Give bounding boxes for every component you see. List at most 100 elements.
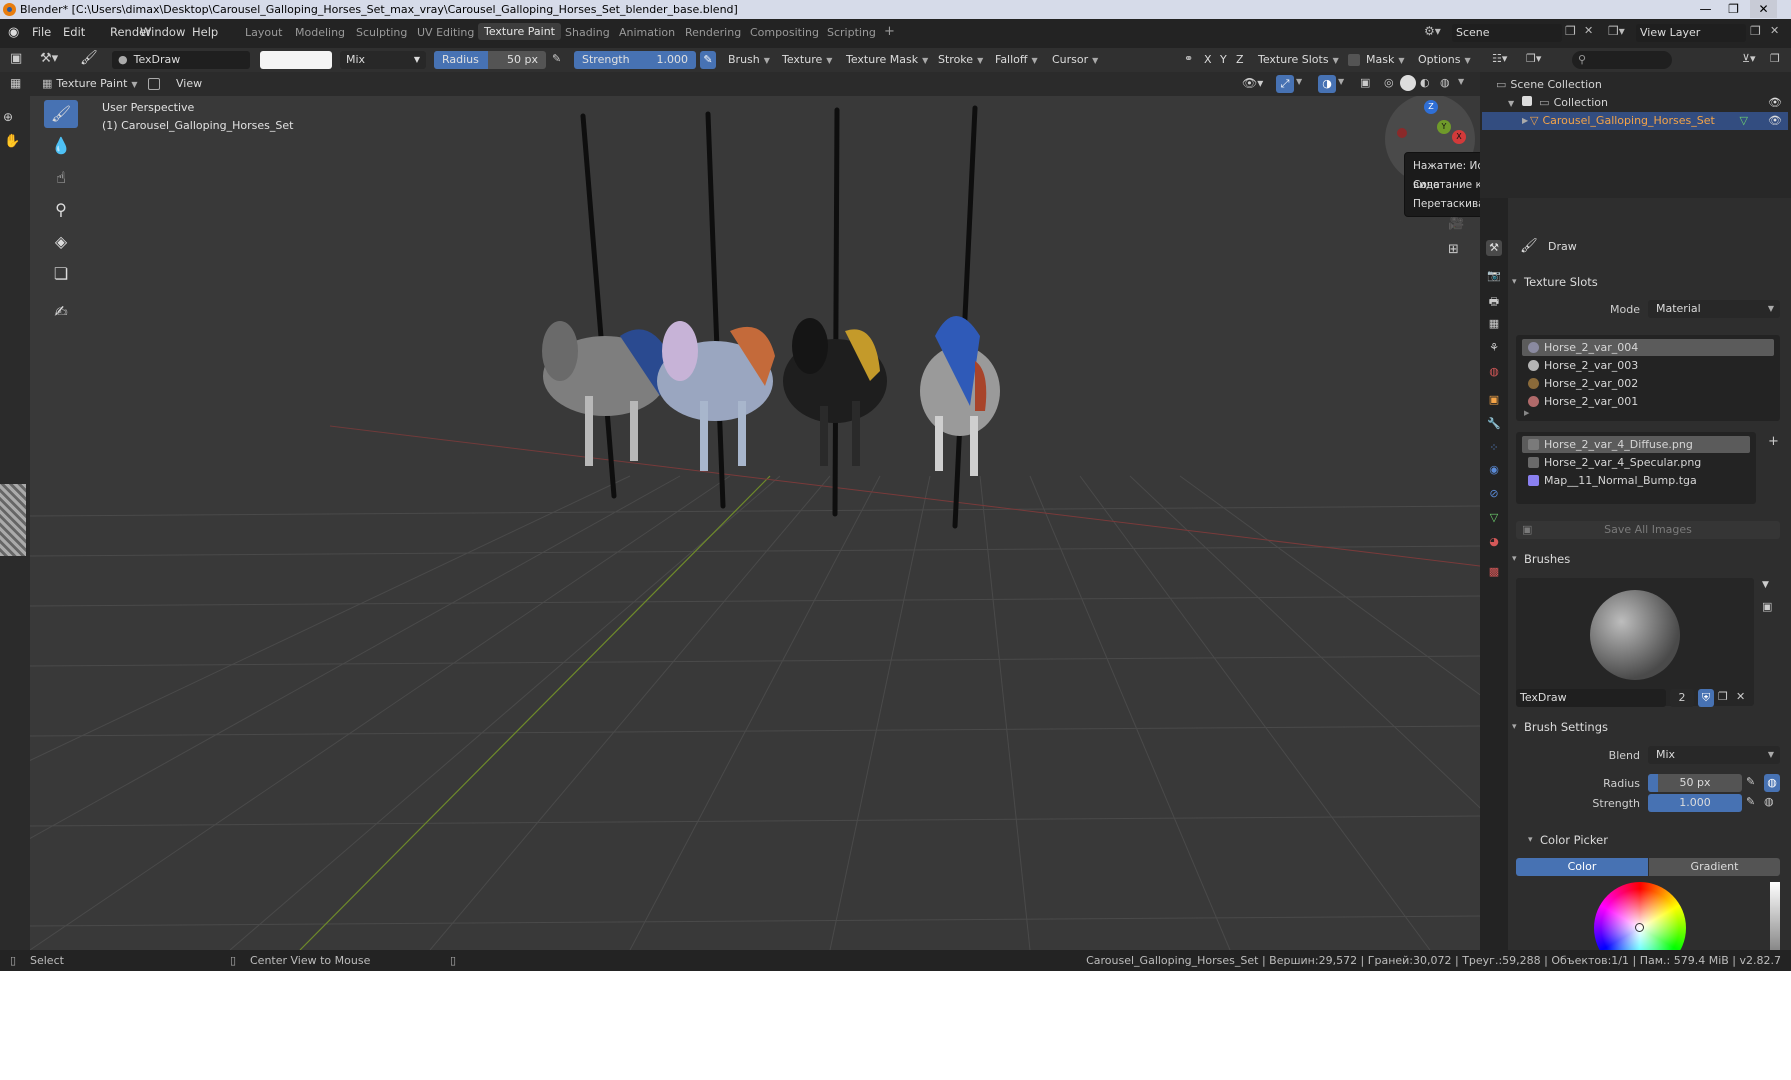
chevron-down-icon[interactable]: ▼ (1338, 77, 1344, 86)
menu-help[interactable]: Help (192, 25, 218, 39)
gizmo-neg-x-axis[interactable] (1397, 128, 1407, 138)
gizmo-x-axis[interactable]: X (1452, 130, 1466, 144)
chevron-down-icon[interactable]: ▼ (1762, 580, 1769, 590)
pan-icon[interactable]: ⊕ (3, 110, 13, 124)
maximize-button[interactable]: ❐ (1720, 0, 1747, 18)
mask-tool[interactable]: ❏ (44, 260, 78, 288)
eye-icon[interactable]: 👁 (1768, 112, 1782, 130)
view-menu[interactable]: View (176, 75, 202, 93)
new-collection-icon[interactable]: ❐ (1770, 52, 1780, 65)
gizmo-y-axis[interactable]: Y (1437, 120, 1451, 134)
chevron-down-icon[interactable]: ▼ (1458, 77, 1464, 86)
strength-slider[interactable]: Strength 1.000 (574, 51, 696, 69)
view-layer-icon[interactable]: ❒▾ (1608, 24, 1625, 38)
color-picker-panel-header[interactable]: Color Picker (1528, 829, 1791, 851)
scene-field[interactable]: Scene (1452, 24, 1562, 42)
gizmo-toggle-icon[interactable]: ⤢ (1276, 75, 1294, 93)
radius-pressure-icon[interactable]: ✎ (552, 52, 561, 65)
constraints-tab-icon[interactable]: ⊘ (1486, 486, 1502, 502)
add-workspace-button[interactable]: + (884, 24, 895, 39)
mirror-x-toggle[interactable]: X (1204, 51, 1212, 69)
xray-toggle-icon[interactable]: ▣ (1360, 76, 1370, 89)
blend-dropdown[interactable]: Mix ▼ (340, 51, 426, 69)
texture-slots-popover[interactable]: Texture Slots ▼ (1258, 51, 1339, 69)
tool-tab-icon[interactable]: ⚒ (1486, 240, 1502, 256)
output-tab-icon[interactable]: 🖶 (1486, 294, 1502, 310)
eye-icon[interactable]: 👁 (1768, 94, 1782, 112)
add-image-button[interactable]: + (1768, 434, 1779, 449)
color-wheel[interactable] (1594, 882, 1686, 950)
brush-preview[interactable] (1516, 578, 1754, 706)
cursor-menu[interactable]: Cursor ▼ (1052, 51, 1098, 69)
exclude-checkbox[interactable] (1521, 96, 1532, 106)
3d-viewport[interactable]: User Perspective (1) Carousel_Galloping_… (30, 96, 1480, 950)
texture-slots-panel-header[interactable]: Texture Slots (1512, 271, 1782, 293)
draw-tool[interactable]: 🖌 (44, 100, 78, 128)
hand-icon[interactable]: ✋ (4, 134, 20, 149)
view-layer-tab-icon[interactable]: ▦ (1486, 316, 1502, 332)
new-scene-icon[interactable]: ❐ (1565, 24, 1576, 38)
scene-tab-icon[interactable]: ⚘ (1486, 340, 1502, 356)
disclosure-triangle-icon[interactable]: ▶ (1522, 112, 1528, 130)
wireframe-shading-icon[interactable]: ◎ (1384, 76, 1394, 89)
clone-tool[interactable]: ⚲ (44, 196, 78, 224)
fake-user-icon[interactable]: ⛨ (1698, 689, 1714, 707)
stroke-menu[interactable]: Stroke ▼ (938, 51, 983, 69)
tab-animation[interactable]: Animation (619, 26, 675, 39)
mode-dropdown[interactable]: ▦ Texture Paint ▼ (42, 75, 138, 93)
display-mode-icon[interactable]: ❒▾ (1526, 52, 1541, 65)
texture-tab-icon[interactable]: ▩ (1486, 564, 1502, 580)
radius-slider[interactable]: 50 px (1648, 774, 1742, 792)
rendered-shading-icon[interactable]: ◍ (1440, 76, 1450, 89)
tab-layout[interactable]: Layout (245, 26, 282, 39)
physics-tab-icon[interactable]: ◉ (1486, 462, 1502, 478)
tab-texture-paint[interactable]: Texture Paint (478, 23, 561, 40)
radius-pressure-icon[interactable]: ✎ (1746, 775, 1755, 788)
material-shading-icon[interactable]: ◐ (1420, 76, 1430, 89)
mask-popover[interactable]: Mask ▼ (1366, 51, 1405, 69)
collection-row[interactable]: ▼ ▭ Collection 👁 (1508, 94, 1788, 112)
strength-unit-icon[interactable]: ◍ (1764, 795, 1774, 808)
radius-unit-icon[interactable]: ◍ (1764, 774, 1780, 792)
tab-compositing[interactable]: Compositing (750, 26, 819, 39)
object-tab-icon[interactable]: ▣ (1486, 392, 1502, 408)
unlink-brush-icon[interactable]: ✕ (1736, 690, 1745, 703)
color-wheel-cursor[interactable] (1635, 923, 1644, 932)
material-tab-icon[interactable]: ◕ (1486, 534, 1502, 550)
save-all-images-button[interactable]: ▣ Save All Images (1516, 521, 1780, 539)
list-item[interactable]: Horse_2_var_002 (1522, 375, 1774, 392)
tab-sculpting[interactable]: Sculpting (356, 26, 407, 39)
value-slider[interactable] (1770, 882, 1780, 950)
list-expand-icon[interactable]: ▶ (1524, 409, 1529, 417)
soften-tool[interactable]: 💧 (44, 132, 78, 160)
scene-icon[interactable]: ⚙▾ (1424, 24, 1450, 42)
editor-type-icon[interactable]: ▦ (10, 76, 21, 90)
menu-edit[interactable]: Edit (63, 25, 85, 39)
fill-tool[interactable]: ◈ (44, 228, 78, 256)
tab-rendering[interactable]: Rendering (685, 26, 741, 39)
duplicate-brush-icon[interactable]: ❐ (1718, 690, 1728, 703)
editor-type-icon[interactable]: ▣ (10, 51, 22, 66)
mode-dropdown[interactable]: Material ▼ (1648, 300, 1780, 318)
visibility-icon[interactable]: 👁▾ (1242, 76, 1263, 90)
brush-menu[interactable]: Brush ▼ (728, 51, 770, 69)
new-view-layer-icon[interactable]: ❐ (1750, 24, 1761, 38)
tab-shading[interactable]: Shading (565, 26, 610, 39)
falloff-menu[interactable]: Falloff ▼ (995, 51, 1038, 69)
list-item[interactable]: Horse_2_var_001 (1522, 393, 1774, 410)
render-tab-icon[interactable]: 📷 (1486, 268, 1502, 284)
camera-view-icon[interactable]: 🎥 (1448, 216, 1464, 231)
annotate-tool[interactable]: ✍ (44, 298, 78, 326)
close-button[interactable]: ✕ (1750, 0, 1777, 18)
scene-collection-row[interactable]: ▭ Scene Collection (1496, 76, 1602, 94)
list-item[interactable]: Horse_2_var_4_Specular.png (1522, 454, 1750, 471)
list-item[interactable]: Map__11_Normal_Bump.tga (1522, 472, 1750, 489)
paint-mask-toggle[interactable] (148, 78, 160, 90)
gizmo-z-axis[interactable]: Z (1424, 100, 1438, 114)
brush-name-field[interactable]: TexDraw (1516, 689, 1666, 707)
brush-name-field[interactable]: ● TexDraw (112, 51, 250, 69)
brushes-panel-header[interactable]: Brushes (1512, 548, 1782, 570)
tab-modeling[interactable]: Modeling (295, 26, 345, 39)
ortho-toggle-icon[interactable]: ⊞ (1448, 242, 1459, 257)
texture-mask-menu[interactable]: Texture Mask ▼ (846, 51, 928, 69)
